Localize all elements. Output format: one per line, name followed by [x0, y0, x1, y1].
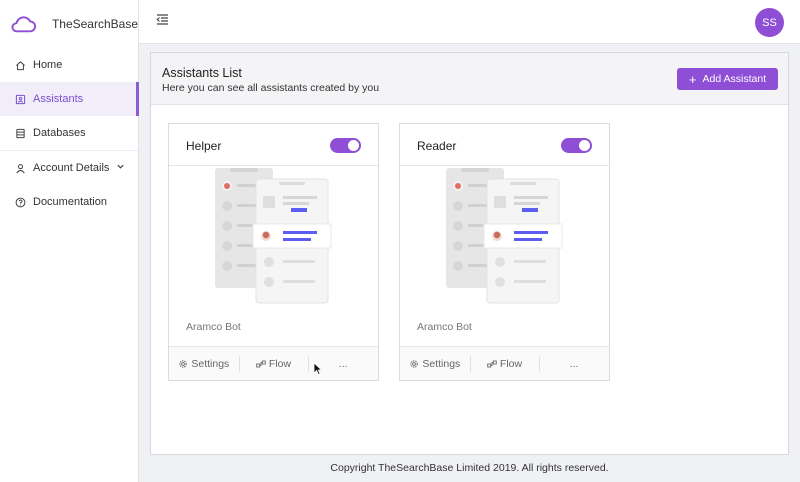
sidebar-item-label: Home [33, 59, 63, 71]
add-assistant-button[interactable]: + Add Assistant [677, 68, 778, 90]
flow-label: Flow [268, 357, 292, 370]
sidebar-item-documentation[interactable]: Documentation [0, 185, 138, 219]
help-circle-icon [15, 197, 26, 208]
avatar[interactable]: SS [755, 8, 784, 37]
user-icon [15, 163, 26, 174]
home-icon [15, 60, 26, 71]
card-header: Helper [169, 124, 378, 166]
settings-button[interactable]: Settings [400, 347, 470, 380]
sidebar-nav: Home Assistants Databases Account Detail… [0, 48, 139, 219]
flow-button[interactable]: Flow [469, 347, 540, 380]
chat-illustration [215, 168, 332, 304]
gear-icon [178, 359, 188, 369]
flow-button[interactable]: Flow [238, 347, 309, 380]
card-description: Aramco Bot [186, 321, 241, 333]
flow-icon [487, 359, 497, 369]
settings-button[interactable]: Settings [169, 347, 239, 380]
card-actions: Settings Flow ... [400, 346, 609, 380]
cloud-icon [11, 16, 36, 33]
page-subtitle: Here you can see all assistants created … [162, 82, 380, 94]
sidebar-item-account-details[interactable]: Account Details [0, 151, 138, 185]
toggle-knob [348, 140, 359, 151]
sidebar-item-label: Assistants [33, 93, 84, 105]
more-label: ... [338, 357, 348, 370]
chat-illustration [446, 168, 563, 304]
more-button[interactable]: ... [539, 347, 609, 380]
assistant-enabled-toggle[interactable] [561, 138, 592, 153]
brand[interactable]: TheSearchBase [0, 0, 138, 48]
add-assistant-label: Add Assistant [702, 73, 767, 85]
page-title: Assistants List [162, 66, 242, 80]
flow-icon [256, 359, 266, 369]
more-label: ... [569, 357, 579, 370]
toggle-knob [579, 140, 590, 151]
card-header: Reader [400, 124, 609, 166]
chevron-down-icon[interactable] [116, 162, 125, 171]
plus-icon: + [688, 71, 697, 87]
assistant-icon [15, 94, 26, 105]
card-actions: Settings Flow ... [169, 346, 378, 380]
card-title: Helper [186, 139, 222, 153]
sidebar-item-home[interactable]: Home [0, 48, 138, 82]
settings-label: Settings [422, 357, 461, 370]
mouse-cursor-icon [313, 362, 323, 376]
copyright-footer: Copyright TheSearchBase Limited 2019. Al… [330, 462, 609, 474]
card-description: Aramco Bot [417, 321, 472, 333]
assistant-card-helper: Helper Aramco Bot Settings Flow ... [168, 123, 379, 381]
assistant-card-reader: Reader Aramco Bot Settings Flow ... [399, 123, 610, 381]
top-bar: SS [139, 0, 800, 44]
flow-label: Flow [499, 357, 523, 370]
brand-name: TheSearchBase [51, 17, 138, 31]
gear-icon [409, 359, 419, 369]
database-icon [15, 128, 26, 139]
sidebar-item-assistants[interactable]: Assistants [0, 82, 139, 116]
sidebar-item-label: Documentation [33, 196, 107, 208]
menu-fold-icon[interactable] [156, 13, 169, 26]
sidebar-item-databases[interactable]: Databases [0, 116, 138, 150]
settings-label: Settings [191, 357, 230, 370]
assistants-panel: Assistants List Here you can see all ass… [150, 52, 789, 455]
sidebar-item-label: Databases [33, 127, 86, 139]
sidebar-item-label: Account Details [33, 162, 110, 174]
sidebar: TheSearchBase Home Assistants Databases [0, 0, 139, 482]
panel-header: Assistants List Here you can see all ass… [151, 53, 788, 105]
card-title: Reader [417, 139, 457, 153]
assistant-enabled-toggle[interactable] [330, 138, 361, 153]
